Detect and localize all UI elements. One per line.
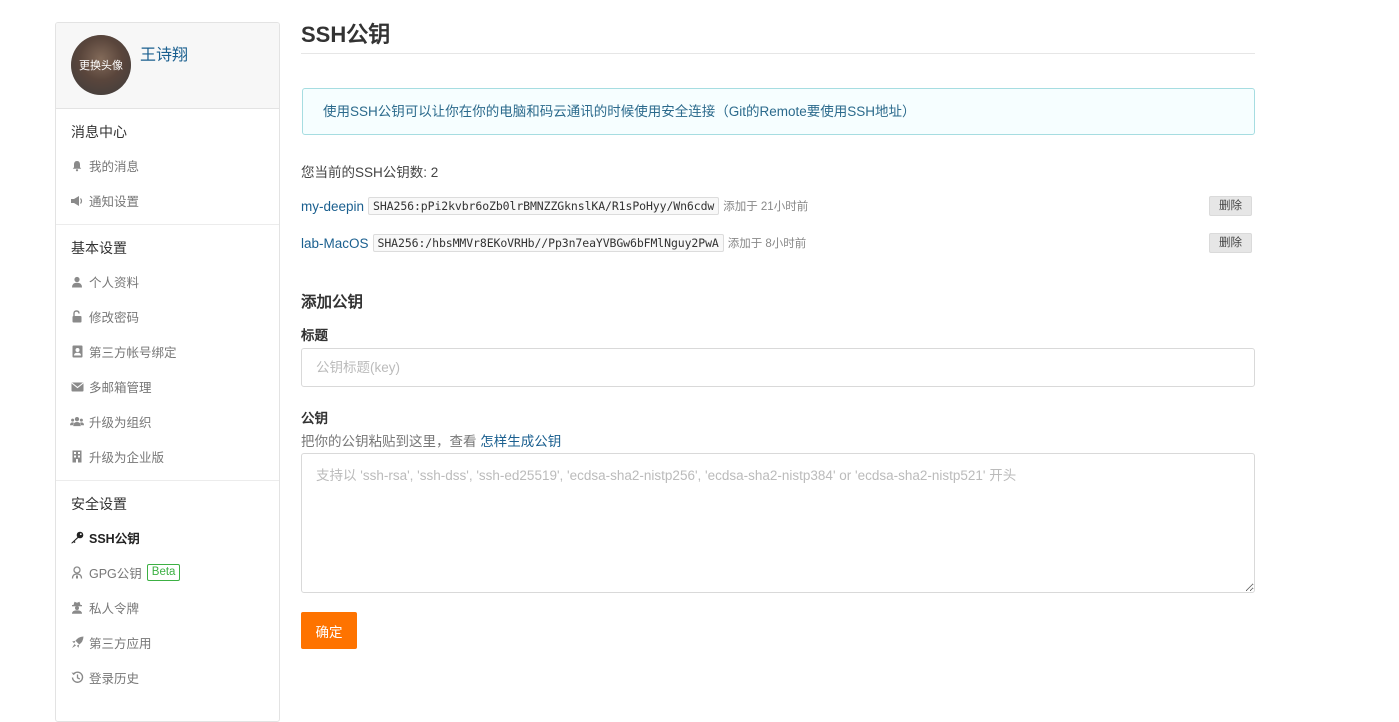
contact-card-icon xyxy=(70,345,84,359)
how-to-generate-key-link[interactable]: 怎样生成公钥 xyxy=(480,434,561,449)
sidebar-item-label: 通知设置 xyxy=(89,195,140,209)
sidebar-item-label: 我的消息 xyxy=(89,160,140,174)
sidebar-item-email-management[interactable]: 多邮箱管理 xyxy=(56,369,279,404)
sidebar-item-profile[interactable]: 个人资料 xyxy=(56,264,279,299)
section-title: 基本设置 xyxy=(71,240,127,256)
key-name: lab-MacOS xyxy=(301,235,369,251)
pubkey-field-label: 公钥 xyxy=(301,411,328,426)
sidebar-item-gpg-keys[interactable]: GPG公钥 Beta xyxy=(56,555,279,590)
confirm-button[interactable]: 确定 xyxy=(301,612,357,649)
ssh-key-row: my-deepin SHA256:pPi2kvbr6oZb0lrBMNZZGkn… xyxy=(301,195,1255,217)
add-key-heading: 添加公钥 xyxy=(301,294,364,311)
sidebar-item-third-party-binding[interactable]: 第三方帐号绑定 xyxy=(56,334,279,369)
pubkey-hint: 把你的公钥粘贴到这里，查看 怎样生成公钥 xyxy=(301,430,1255,449)
key-added-time: 添加于 21小时前 xyxy=(723,201,809,213)
ssh-key-row: lab-MacOS SHA256:/hbsMMVr8EKoVRHb//Pp3n7… xyxy=(301,232,1255,254)
megaphone-icon xyxy=(70,194,84,208)
sidebar-item-label: 升级为组织 xyxy=(89,416,152,430)
menu-section-security: 安全设置 SSH公钥 GPG公钥 Beta 私人令牌 第三方应用 登录历史 xyxy=(56,481,279,701)
page-title: SSH公钥 xyxy=(301,22,1255,54)
section-title: 安全设置 xyxy=(71,496,127,512)
key-added-time: 添加于 8小时前 xyxy=(727,238,807,250)
sidebar-item-label: 升级为企业版 xyxy=(89,451,165,465)
profile-header: 更换头像 王诗翔 xyxy=(56,23,279,109)
spy-icon xyxy=(70,601,84,615)
sidebar-item-personal-tokens[interactable]: 私人令牌 xyxy=(56,590,279,625)
delete-key-button[interactable]: 删除 xyxy=(1209,233,1252,253)
unlock-icon xyxy=(70,310,84,324)
key-icon xyxy=(70,531,84,545)
sidebar-item-third-party-apps[interactable]: 第三方应用 xyxy=(56,625,279,660)
avatar[interactable]: 更换头像 xyxy=(71,35,131,95)
pubkey-hint-text: 把你的公钥粘贴到这里，查看 xyxy=(301,434,477,449)
building-icon xyxy=(70,450,84,464)
history-icon xyxy=(70,671,84,685)
key-count-label: 您当前的SSH公钥数: 2 xyxy=(301,165,439,180)
sidebar-item-label: 登录历史 xyxy=(89,672,140,686)
user-secret-icon xyxy=(70,566,84,580)
bell-icon xyxy=(70,159,84,173)
rocket-icon xyxy=(70,636,84,650)
menu-section-messages: 消息中心 我的消息 通知设置 xyxy=(56,109,279,225)
settings-sidebar: 更换头像 王诗翔 消息中心 我的消息 通知设置 基本设置 个人资料 修改密码 第… xyxy=(55,22,280,722)
sidebar-item-label: 个人资料 xyxy=(89,276,140,290)
sidebar-item-label: 私人令牌 xyxy=(89,602,140,616)
sidebar-item-ssh-keys[interactable]: SSH公钥 xyxy=(56,520,279,555)
sidebar-item-label: 第三方应用 xyxy=(89,637,152,651)
sidebar-item-label: GPG公钥 xyxy=(89,567,142,581)
key-name: my-deepin xyxy=(301,198,365,214)
sidebar-item-my-messages[interactable]: 我的消息 xyxy=(56,148,279,183)
sidebar-item-label: 多邮箱管理 xyxy=(89,381,152,395)
key-fingerprint: SHA256:pPi2kvbr6oZb0lrBMNZZGknslKA/R1sPo… xyxy=(368,197,720,215)
delete-key-button[interactable]: 删除 xyxy=(1209,196,1252,216)
ssh-info-box: 使用SSH公钥可以让你在你的电脑和码云通讯的时候使用安全连接（Git的Remot… xyxy=(302,88,1255,135)
change-avatar-overlay[interactable]: 更换头像 xyxy=(71,35,131,95)
beta-badge: Beta xyxy=(146,564,181,581)
sidebar-item-notification-settings[interactable]: 通知设置 xyxy=(56,183,279,218)
key-title-input[interactable] xyxy=(301,348,1255,387)
main-content: SSH公钥 使用SSH公钥可以让你在你的电脑和码云通讯的时候使用安全连接（Git… xyxy=(301,0,1255,649)
title-field-label: 标题 xyxy=(301,328,328,343)
sidebar-item-login-history[interactable]: 登录历史 xyxy=(56,660,279,695)
menu-section-basic: 基本设置 个人资料 修改密码 第三方帐号绑定 多邮箱管理 升级为组织 升级为企业… xyxy=(56,225,279,481)
sidebar-item-label: SSH公钥 xyxy=(89,532,140,546)
user-icon xyxy=(70,275,84,289)
sidebar-item-upgrade-organization[interactable]: 升级为组织 xyxy=(56,404,279,439)
public-key-textarea[interactable] xyxy=(301,453,1255,593)
section-title: 消息中心 xyxy=(71,124,127,140)
sidebar-item-upgrade-enterprise[interactable]: 升级为企业版 xyxy=(56,439,279,474)
sidebar-item-label: 第三方帐号绑定 xyxy=(89,346,177,360)
envelope-icon xyxy=(70,380,84,394)
username-link[interactable]: 王诗翔 xyxy=(140,41,188,65)
key-fingerprint: SHA256:/hbsMMVr8EKoVRHb//Pp3n7eaYVBGw6bF… xyxy=(372,234,724,252)
sidebar-item-change-password[interactable]: 修改密码 xyxy=(56,299,279,334)
sidebar-item-label: 修改密码 xyxy=(89,311,140,325)
users-icon xyxy=(70,415,84,429)
